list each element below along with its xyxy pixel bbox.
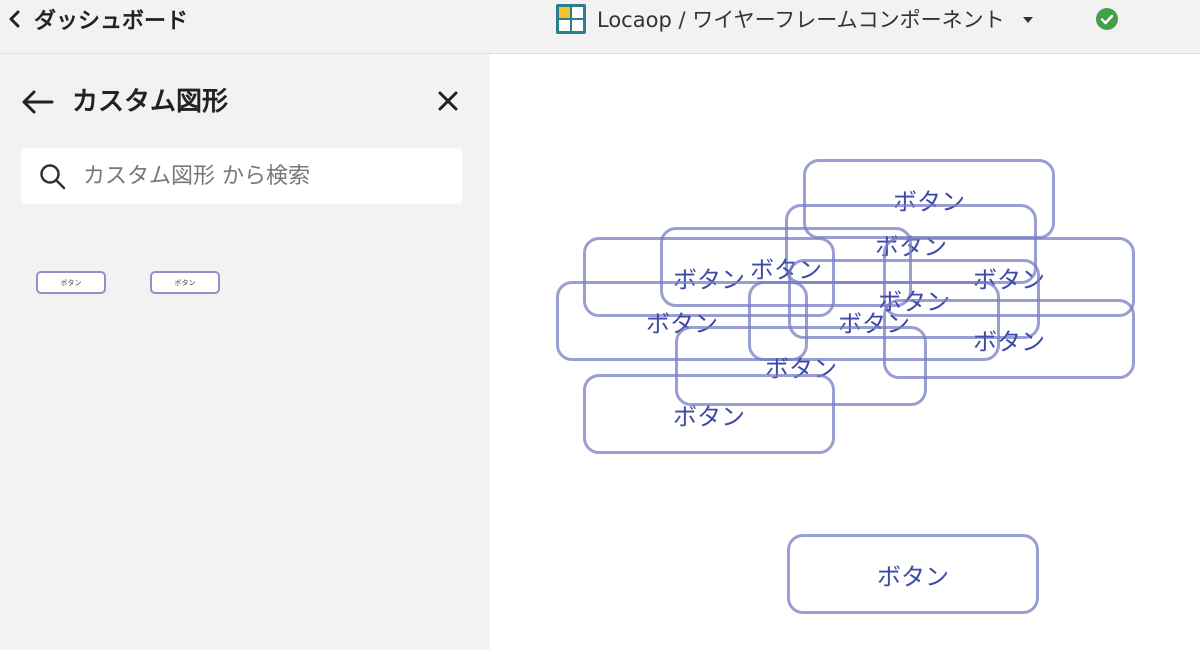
search-icon xyxy=(39,163,67,191)
shape-search-box[interactable] xyxy=(21,148,462,204)
shape-search-input[interactable] xyxy=(83,156,443,196)
saved-status-icon xyxy=(1096,8,1118,30)
wireframe-button-label: ボタン xyxy=(877,562,949,591)
back-to-dashboard-link[interactable]: ダッシュボード xyxy=(6,4,188,34)
custom-shapes-panel: カスタム図形 ボタン ボタン xyxy=(0,54,490,650)
wireframe-button-label: ボタン xyxy=(973,327,1045,356)
design-canvas[interactable]: ボタン ボタン ボタン ボタン ボタン ボタン ボタン ボタン ボタン ボタン … xyxy=(490,54,1200,650)
project-logo-icon xyxy=(555,3,587,35)
chevron-left-icon xyxy=(6,10,24,28)
wireframe-button[interactable]: ボタン xyxy=(787,534,1039,614)
top-bar: ダッシュボード Locaop / ワイヤーフレームコンポーネント xyxy=(0,0,1200,54)
custom-shape-button-thumb[interactable]: ボタン xyxy=(36,271,106,294)
caret-down-icon xyxy=(1021,12,1035,26)
wireframe-button-label: ボタン xyxy=(673,402,745,431)
custom-shape-label: ボタン xyxy=(174,278,196,287)
wireframe-button[interactable]: ボタン xyxy=(583,374,835,454)
arrow-left-icon[interactable] xyxy=(20,88,54,116)
close-icon[interactable] xyxy=(436,89,460,113)
back-to-dashboard-label: ダッシュボード xyxy=(34,9,189,34)
project-selector[interactable]: Locaop / ワイヤーフレームコンポーネント xyxy=(555,3,1035,35)
panel-header: カスタム図形 xyxy=(20,84,465,120)
custom-shape-button-thumb[interactable]: ボタン xyxy=(150,271,220,294)
panel-title: カスタム図形 xyxy=(72,87,229,117)
project-name: Locaop / ワイヤーフレームコンポーネント xyxy=(597,8,1005,32)
custom-shape-label: ボタン xyxy=(60,278,82,287)
